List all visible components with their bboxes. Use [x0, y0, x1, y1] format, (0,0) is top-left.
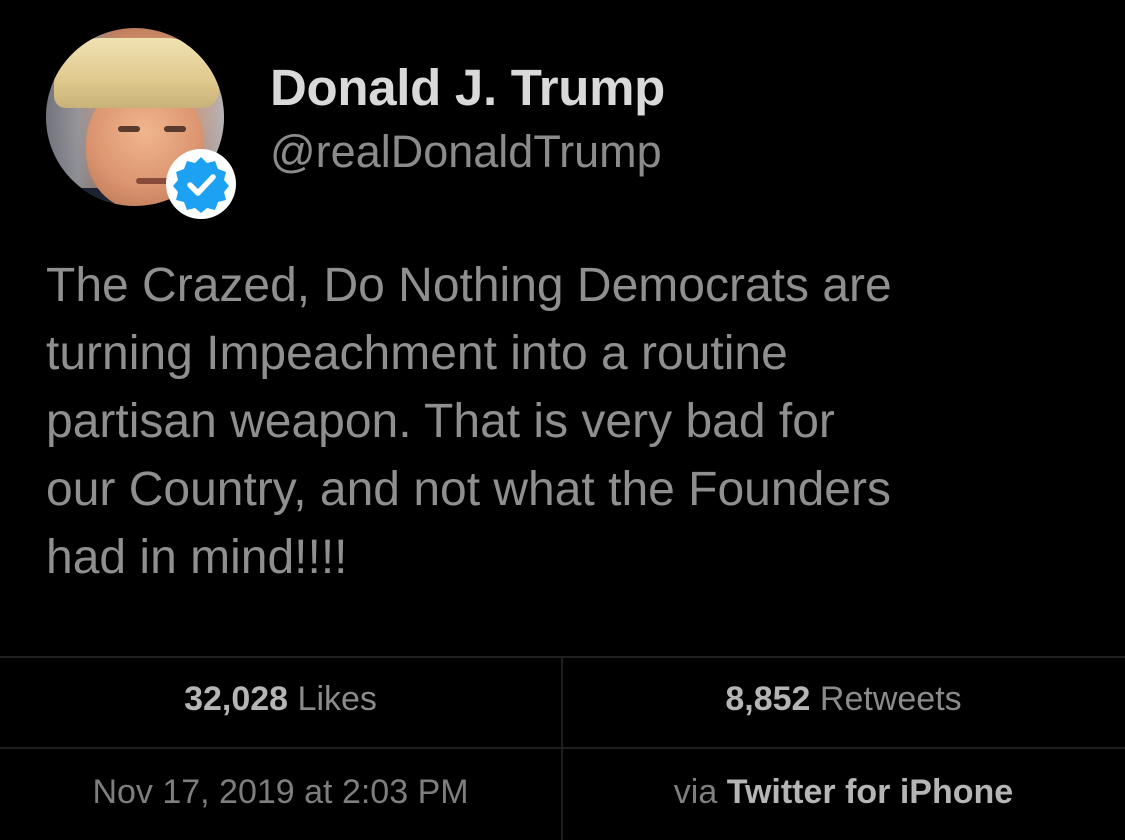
avatar-hair	[54, 38, 219, 108]
author-handle[interactable]: @realDonaldTrump	[270, 126, 662, 178]
tweet-text-line: our Country, and not what the Founders	[46, 463, 891, 516]
avatar-eye-right	[164, 126, 186, 132]
tweet-timestamp: Nov 17, 2019 at 2:03 PM	[92, 773, 469, 811]
likes-count: 32,028	[184, 680, 289, 718]
likes-label: Likes	[297, 680, 377, 718]
retweets-stat[interactable]: 8,852 Retweets	[563, 680, 1124, 719]
tweet-card: Donald J. Trump @realDonaldTrump The Cra…	[0, 0, 1125, 840]
verified-badge-icon	[166, 149, 236, 219]
retweets-label: Retweets	[819, 680, 962, 718]
tweet-text-line: partisan weapon. That is very bad for	[46, 395, 835, 448]
avatar-eye-left	[118, 126, 140, 132]
tweet-text-line: had in mind!!!!	[46, 531, 348, 584]
tweet-text: The Crazed, Do Nothing Democrats are tur…	[46, 252, 1096, 592]
via-label: via	[673, 773, 718, 811]
retweets-count: 8,852	[725, 680, 811, 718]
source-app[interactable]: Twitter for iPhone	[727, 773, 1013, 811]
tweet-text-line: The Crazed, Do Nothing Democrats are	[46, 259, 892, 312]
tweet-text-line: turning Impeachment into a routine	[46, 327, 788, 380]
likes-stat[interactable]: 32,028 Likes	[0, 680, 561, 719]
tweet-source: via Twitter for iPhone	[563, 773, 1124, 812]
verified-check-icon	[173, 157, 229, 213]
author-display-name[interactable]: Donald J. Trump	[270, 58, 665, 117]
